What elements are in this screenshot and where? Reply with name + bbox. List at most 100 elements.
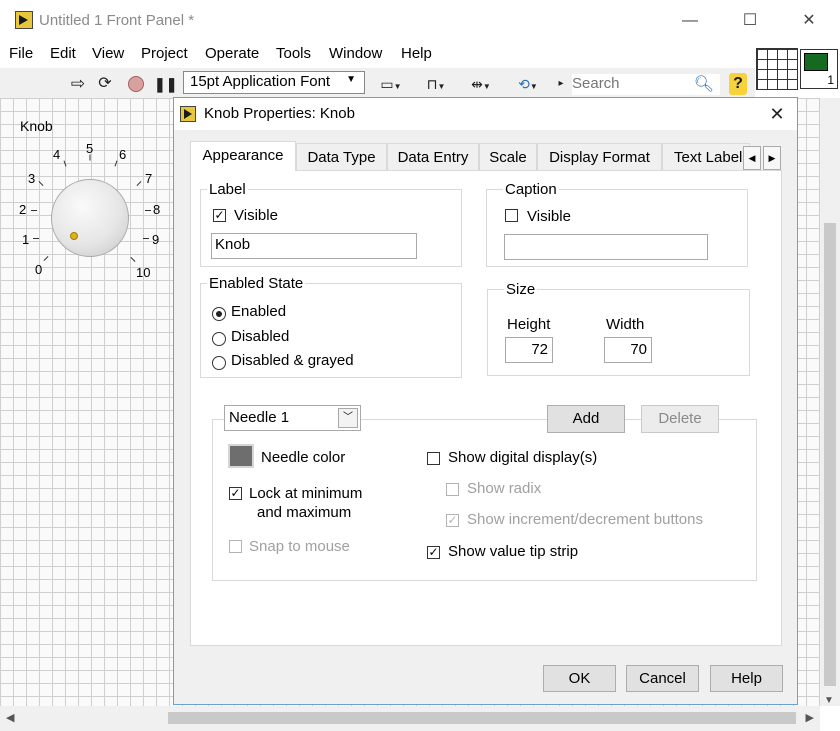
window-title: Untitled 1 Front Panel *	[39, 12, 195, 29]
knob-label[interactable]: Knob	[20, 118, 53, 134]
disabled-radio-label: Disabled	[231, 328, 290, 345]
knob-scale-label: 8	[153, 202, 161, 217]
scroll-left-icon[interactable]: ◀	[6, 711, 14, 724]
help-button[interactable]: Help	[710, 665, 783, 692]
maximize-button[interactable]: ☐	[727, 8, 773, 34]
menu-operate[interactable]: Operate	[205, 45, 259, 62]
knob-control[interactable]	[51, 179, 129, 257]
tab-text-label[interactable]: Text Label	[662, 143, 750, 171]
width-field[interactable]: 70	[604, 337, 652, 363]
knob-scale-label: 4	[53, 147, 61, 162]
tab-data-type[interactable]: Data Type	[296, 143, 387, 171]
add-button[interactable]: Add	[547, 405, 625, 433]
caption-group-title: Caption	[503, 181, 559, 198]
horizontal-scroll-thumb[interactable]	[168, 712, 796, 724]
ok-button[interactable]: OK	[543, 665, 616, 692]
labview-dialog-icon	[180, 106, 196, 122]
knob-scale-label: 6	[119, 147, 127, 162]
context-help-icon[interactable]: ?	[729, 73, 747, 95]
show-inc-dec-label: Show increment/decrement buttons	[467, 511, 703, 528]
align-objects-icon[interactable]: ▭▼	[373, 74, 409, 94]
show-tip-strip-label: Show value tip strip	[448, 543, 579, 560]
cancel-button[interactable]: Cancel	[626, 665, 699, 692]
height-label: Height	[507, 316, 551, 333]
caption-text-field[interactable]	[504, 234, 708, 260]
tab-appearance[interactable]: Appearance	[190, 141, 296, 171]
pause-icon[interactable]: ❚❚	[154, 74, 177, 94]
knob-scale-label: 0	[35, 262, 43, 277]
tab-scroll-right-icon[interactable]: ▶	[763, 146, 781, 170]
show-radix-checkbox[interactable]	[446, 483, 459, 496]
knob-scale-label: 2	[19, 202, 27, 217]
caption-visible-text: Visible	[527, 208, 571, 225]
lock-min-max-checkbox[interactable]: ✓	[229, 487, 242, 500]
knob-tick	[31, 210, 37, 211]
disabled-grayed-radio[interactable]	[212, 356, 226, 370]
chevron-down-icon: ▼	[346, 74, 356, 85]
search-box: 🔍︎	[572, 74, 720, 95]
menu-project[interactable]: Project	[141, 45, 188, 62]
disabled-radio[interactable]	[212, 332, 226, 346]
toolbar-overflow-icon[interactable]: ▸	[555, 74, 567, 94]
needle-color-swatch[interactable]	[228, 444, 254, 468]
search-input[interactable]	[572, 74, 687, 93]
show-digital-display-label: Show digital display(s)	[448, 449, 598, 466]
menu-edit[interactable]: Edit	[50, 45, 76, 62]
oscilloscope-icon	[804, 53, 828, 71]
run-arrow-icon[interactable]: ⇨	[68, 74, 88, 94]
label-text-field[interactable]: Knob	[211, 233, 417, 259]
show-digital-display-checkbox[interactable]	[427, 452, 440, 465]
horizontal-scrollbar[interactable]: ◀ ▶	[0, 706, 820, 731]
enabled-radio[interactable]	[212, 307, 226, 321]
knob-tick	[33, 238, 39, 239]
caption-visible-checkbox[interactable]	[505, 209, 518, 222]
font-select-value: 15pt Application Font	[190, 73, 331, 90]
tab-data-entry[interactable]: Data Entry	[387, 143, 479, 171]
delete-button[interactable]: Delete	[641, 405, 719, 433]
close-window-button[interactable]: ✕	[786, 8, 832, 34]
search-icon[interactable]: 🔍︎	[694, 74, 714, 94]
reorder-icon[interactable]: ⟲▼	[510, 74, 546, 94]
scroll-right-icon[interactable]: ▶	[806, 711, 814, 724]
menu-view[interactable]: View	[92, 45, 124, 62]
knob-tick	[143, 238, 149, 239]
disabled-grayed-radio-label: Disabled & grayed	[231, 352, 354, 369]
label-group-title: Label	[207, 181, 248, 198]
menu-tools[interactable]: Tools	[276, 45, 311, 62]
height-field[interactable]: 72	[505, 337, 553, 363]
close-icon[interactable]: ✕	[764, 101, 790, 127]
scroll-down-icon[interactable]: ▼	[824, 695, 834, 706]
font-select[interactable]: 15pt Application Font ▼	[183, 71, 365, 94]
distribute-objects-icon[interactable]: ⊓▼	[418, 74, 454, 94]
knob-scale-label: 10	[136, 265, 151, 280]
knob-scale-label: 7	[145, 171, 153, 186]
minimize-button[interactable]: —	[667, 8, 713, 34]
appearance-tab-panel: Label ✓ Visible Knob Caption Visible Ena…	[190, 170, 782, 646]
tab-display-format[interactable]: Display Format	[537, 143, 662, 171]
snap-to-mouse-checkbox[interactable]	[229, 540, 242, 553]
lock-min-max-label-line1: Lock at minimum	[249, 485, 363, 502]
tab-scale[interactable]: Scale	[479, 143, 537, 171]
show-tip-strip-checkbox[interactable]: ✓	[427, 546, 440, 559]
needle-color-label: Needle color	[261, 449, 346, 466]
knob-tick	[89, 154, 91, 161]
show-radix-label: Show radix	[467, 480, 542, 497]
menu-window[interactable]: Window	[329, 45, 382, 62]
show-inc-dec-checkbox[interactable]: ✓	[446, 514, 459, 527]
needle-select[interactable]: Needle 1 ﹀	[224, 405, 361, 431]
menu-file[interactable]: File	[9, 45, 33, 62]
run-continuously-icon[interactable]: ⟳	[94, 74, 116, 94]
tab-scroll-left-icon[interactable]: ◀	[743, 146, 761, 170]
toolbar: ⇨ ⟳ ❚❚ 15pt Application Font ▼ ▭▼ ⊓▼ ⇹▼ …	[0, 68, 755, 98]
vi-icon[interactable]: 1	[800, 49, 838, 89]
label-visible-checkbox[interactable]: ✓	[213, 209, 226, 222]
abort-icon[interactable]	[127, 74, 145, 94]
menu-help[interactable]: Help	[401, 45, 432, 62]
vertical-scroll-thumb[interactable]	[824, 223, 836, 686]
connector-pane-icon[interactable]	[756, 48, 798, 90]
resize-objects-icon[interactable]: ⇹▼	[463, 74, 499, 94]
vertical-scrollbar[interactable]: ▼	[820, 98, 840, 706]
label-visible-text: Visible	[234, 207, 278, 224]
enabled-state-title: Enabled State	[207, 275, 306, 292]
lock-min-max-label-line2: and maximum	[257, 504, 352, 521]
